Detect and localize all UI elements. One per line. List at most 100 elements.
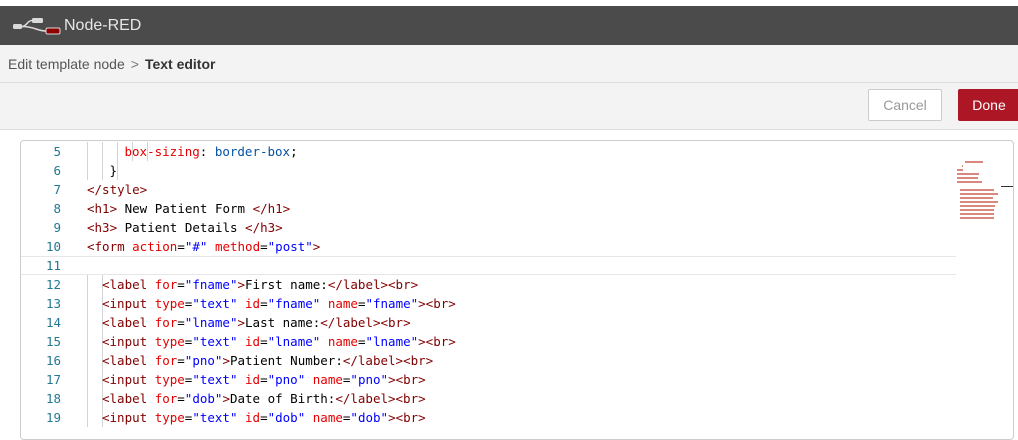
done-button[interactable]: Done: [958, 89, 1018, 121]
code-token: >: [222, 353, 230, 368]
code-token: =: [177, 353, 185, 368]
code-token: >: [237, 315, 246, 330]
code-token: >: [312, 239, 321, 254]
code-token: border-box: [214, 144, 291, 159]
code-line-7[interactable]: 7 </style>: [21, 180, 956, 199]
code-token: for: [154, 391, 178, 406]
breadcrumb-parent[interactable]: Edit template node: [8, 56, 125, 72]
code-line-13[interactable]: 13 <input type="text" id="fname" name="fn…: [21, 294, 956, 313]
code-token: </label><br>: [320, 315, 411, 330]
code-token: "dob": [267, 410, 306, 425]
code-token: name: [327, 334, 358, 349]
code-token: id: [245, 372, 261, 387]
code-token: "fname": [267, 296, 321, 311]
minimap-line: [960, 189, 994, 191]
code-token: >: [237, 277, 246, 292]
editor-minimap[interactable]: [957, 141, 1013, 281]
code-line-17[interactable]: 17 <input type="text" id="pno" name="pno"…: [21, 370, 956, 389]
code-text: <h1> New Patient Form </h1>: [87, 199, 290, 218]
code-token: id: [245, 410, 261, 425]
code-token: type: [154, 334, 185, 349]
code-token: <h1>: [87, 201, 118, 216]
indent-guide: [87, 332, 88, 351]
breadcrumb-current: Text editor: [144, 56, 216, 72]
minimap-line: [960, 197, 993, 199]
line-number: 17: [45, 372, 61, 387]
code-token: <label: [102, 353, 155, 368]
cancel-button[interactable]: Cancel: [868, 89, 942, 121]
code-text: <input type="text" id="dob" name="dob"><…: [102, 408, 426, 427]
code-token: <label: [102, 315, 155, 330]
code-text: <form action="#" method="post">: [87, 237, 320, 256]
indent-guide: [87, 408, 88, 427]
code-token: "fname": [365, 296, 419, 311]
code-line-16[interactable]: 16 <label for="pno">Patient Number:</labe…: [21, 351, 956, 370]
code-line-14[interactable]: 14 <label for="lname">Last name:</label><…: [21, 313, 956, 332]
indent-guide: [87, 161, 88, 180]
code-token: <label: [102, 391, 155, 406]
code-token: "pno": [350, 372, 389, 387]
line-number: 16: [45, 353, 61, 368]
code-line-5[interactable]: 5 box-sizing: border-box;: [21, 142, 956, 161]
code-line-6[interactable]: 6}: [21, 161, 956, 180]
code-token: ><br>: [418, 334, 456, 349]
line-number: 15: [45, 334, 61, 349]
minimap-cursor-marker: [1001, 186, 1013, 187]
code-line-19[interactable]: 19 <input type="text" id="dob" name="dob"…: [21, 408, 956, 427]
code-text: }: [110, 161, 118, 180]
code-line-10[interactable]: 10 <form action="#" method="post">: [21, 237, 956, 256]
code-token: for: [154, 315, 178, 330]
minimap-line: [957, 173, 979, 175]
code-line-15[interactable]: 15 <input type="text" id="lname" name="ln…: [21, 332, 956, 351]
code-token: "dob": [184, 391, 223, 406]
code-token: <input: [102, 296, 155, 311]
line-number: 9: [53, 220, 61, 235]
indent-guide: [87, 313, 88, 332]
code-token: "pno": [267, 372, 306, 387]
code-line-9[interactable]: 9 <h3> Patient Details </h3>: [21, 218, 956, 237]
node-red-logo-icon: [13, 18, 61, 35]
code-token: box-sizing: [124, 144, 200, 159]
minimap-line: [957, 181, 982, 183]
code-token: for: [154, 353, 178, 368]
code-line-11[interactable]: 11: [21, 256, 956, 275]
indent-guide: [87, 275, 88, 294]
code-token: =: [260, 334, 268, 349]
breadcrumb-separator: >: [130, 56, 139, 72]
code-token: name: [327, 296, 358, 311]
code-editor[interactable]: 5 box-sizing: border-box; 6} 7 </style> 8 <h1>…: [20, 140, 1014, 440]
code-line-12[interactable]: 12 <label for="fname">First name:</label>…: [21, 275, 956, 294]
app-header: Node-RED: [0, 6, 1018, 45]
minimap-line: [957, 177, 978, 179]
code-line-18[interactable]: 18 <label for="dob">Date of Birth:</label…: [21, 389, 956, 408]
code-line-8[interactable]: 8 <h1> New Patient Form </h1>: [21, 199, 956, 218]
code-token: "lname": [267, 334, 321, 349]
code-text: <input type="text" id="lname" name="lnam…: [102, 332, 456, 351]
code-token: "lname": [365, 334, 419, 349]
code-token: </h1>: [252, 201, 291, 216]
code-token: </h3>: [245, 220, 283, 235]
code-area[interactable]: 5 box-sizing: border-box; 6} 7 </style> 8 <h1>…: [21, 142, 956, 427]
code-token: Last name:: [245, 315, 321, 330]
code-text: <label for="fname">First name:</label><b…: [102, 275, 418, 294]
line-number: 13: [45, 296, 61, 311]
line-number: 6: [53, 163, 61, 178]
indent-guide: [117, 142, 118, 161]
code-token: <label: [102, 277, 155, 292]
code-token: Patient Details: [117, 220, 246, 235]
minimap-line: [960, 201, 998, 203]
line-number: 11: [45, 258, 61, 273]
code-token: ><br>: [418, 296, 456, 311]
app-title: Node-RED: [64, 17, 142, 34]
code-token: Patient Number:: [229, 353, 343, 368]
code-token: "post": [267, 239, 313, 254]
code-token: "pno": [184, 353, 223, 368]
code-text: <label for="dob">Date of Birth:</label><…: [102, 389, 426, 408]
code-token: <input: [102, 410, 155, 425]
line-number: 8: [53, 201, 61, 216]
minimap-line: [960, 209, 995, 211]
code-token: "text": [192, 296, 238, 311]
